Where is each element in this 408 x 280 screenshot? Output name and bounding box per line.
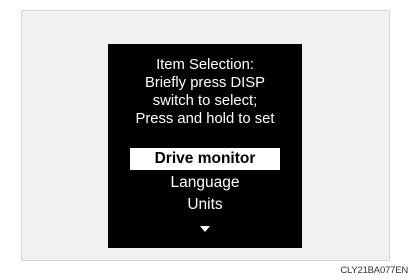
menu-item-language[interactable]: Language: [108, 172, 302, 194]
instruction-line-3: switch to select;: [152, 93, 258, 109]
down-arrow-icon: [108, 226, 302, 234]
instruction-line-4: Press and hold to set: [135, 111, 275, 127]
multi-information-display: Item Selection: Briefly press DISP switc…: [108, 44, 302, 248]
instruction-text: Item Selection: Briefly press DISP switc…: [108, 56, 302, 128]
menu-item-drive-monitor[interactable]: Drive monitor: [130, 148, 280, 170]
figure-code: CLY21BA077EN: [340, 265, 408, 276]
menu-list: Drive monitor Language Units: [108, 148, 302, 216]
menu-item-units[interactable]: Units: [108, 194, 302, 216]
instruction-line-2: Briefly press DISP: [144, 75, 266, 91]
instruction-line-1: Item Selection:: [156, 57, 254, 73]
